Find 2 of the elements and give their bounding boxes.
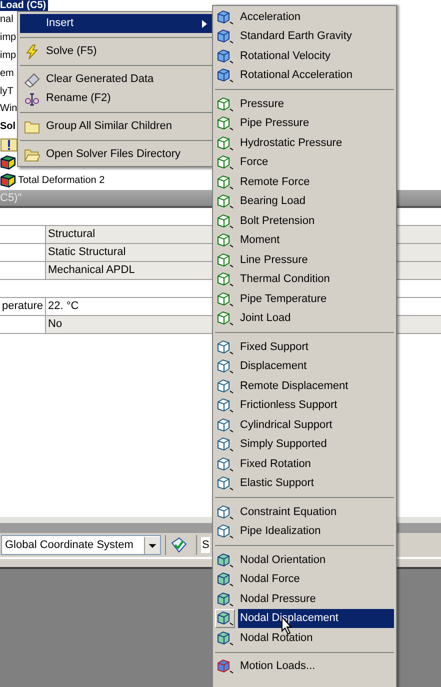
- toolbar-label: S: [201, 536, 210, 554]
- property-name: perature: [2, 299, 43, 314]
